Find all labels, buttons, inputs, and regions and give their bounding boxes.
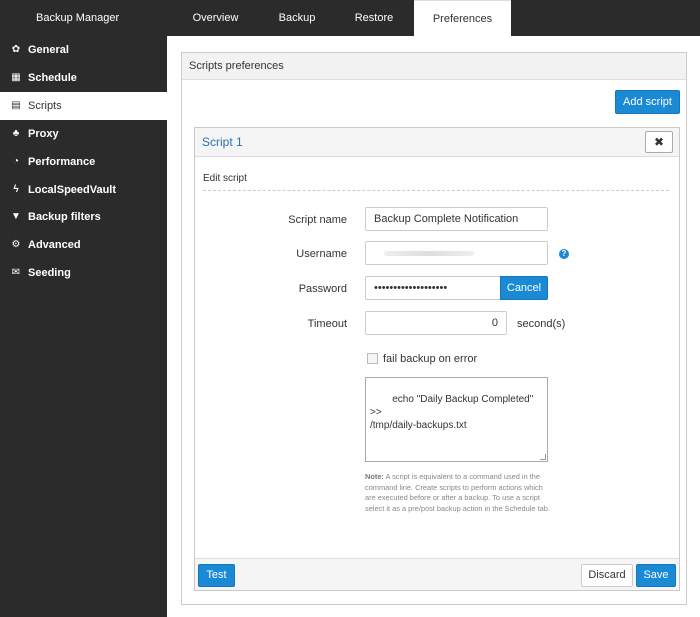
envelope-icon: ✉ — [11, 267, 21, 278]
sidebar-item-label: General — [28, 44, 69, 56]
username-label: Username — [296, 248, 347, 260]
sidebar-item-label: Proxy — [28, 128, 59, 140]
sidebar-item-label: Advanced — [28, 239, 81, 251]
fail-backup-label: fail backup on error — [383, 353, 478, 365]
note-text: A script is equivalent to a command used… — [365, 472, 550, 513]
username-input[interactable] — [365, 241, 548, 265]
dashboard-icon: ◔ — [12, 156, 20, 167]
gears-icon: ⚙ — [11, 239, 21, 250]
network-icon: ♣ — [12, 128, 20, 139]
scripts-preferences-panel: Scripts preferences Add script Script 1 … — [181, 52, 687, 605]
card-footer: Test Discard Save — [195, 558, 679, 590]
main-content: Scripts preferences Add script Script 1 … — [167, 36, 700, 617]
filter-icon: ▼ — [11, 211, 21, 222]
save-button[interactable]: Save — [636, 564, 676, 587]
document-icon: ▤ — [11, 100, 21, 111]
script-name-input[interactable]: Backup Complete Notification — [365, 207, 548, 231]
gear-icon: ✿ — [11, 44, 21, 55]
sidebar-item-label: Performance — [28, 156, 96, 168]
sidebar-item-general[interactable]: ✿ General — [0, 36, 167, 64]
app-title: Backup Manager — [36, 12, 120, 24]
help-icon[interactable]: ? — [559, 249, 569, 259]
sidebar-item-label: Backup filters — [28, 211, 101, 223]
add-script-button[interactable]: Add script — [615, 90, 680, 114]
close-icon: ✖ — [653, 135, 665, 149]
timeout-unit: second(s) — [517, 318, 566, 330]
panel-header: Scripts preferences — [182, 53, 686, 80]
script-card: Script 1 ✖ Edit script Script name Backu… — [194, 127, 680, 591]
script-title: Script 1 — [202, 135, 243, 149]
tab-overview[interactable]: Overview — [167, 0, 264, 36]
sidebar-item-label: Seeding — [28, 267, 71, 279]
cancel-password-button[interactable]: Cancel — [500, 276, 548, 300]
sidebar-item-label: LocalSpeedVault — [28, 184, 117, 196]
sidebar-item-label: Schedule — [28, 72, 77, 84]
script-body-textarea[interactable]: echo "Daily Backup Completed" >> /tmp/da… — [365, 377, 548, 462]
sidebar-item-scripts[interactable]: ▤ Scripts — [0, 92, 167, 120]
tab-preferences[interactable]: Preferences — [414, 0, 511, 36]
script-body-text: echo "Daily Backup Completed" >> /tmp/da… — [370, 394, 534, 431]
timeout-label: Timeout — [307, 318, 347, 330]
sidebar-item-label: Scripts — [28, 100, 62, 112]
bolt-icon: ϟ — [13, 184, 19, 195]
sidebar-item-backup-filters[interactable]: ▼ Backup filters — [0, 203, 167, 231]
script-note: Note: A script is equivalent to a comman… — [365, 472, 553, 514]
fail-backup-checkbox[interactable] — [367, 353, 378, 364]
sidebar-item-schedule[interactable]: ▦ Schedule — [0, 64, 167, 92]
script-name-label: Script name — [288, 214, 347, 226]
test-button[interactable]: Test — [198, 564, 235, 587]
edit-script-label: Edit script — [203, 173, 247, 184]
calendar-icon: ▦ — [11, 72, 21, 83]
sidebar-item-advanced[interactable]: ⚙ Advanced — [0, 231, 167, 259]
sidebar-item-proxy[interactable]: ♣ Proxy — [0, 120, 167, 148]
sidebar-item-seeding[interactable]: ✉ Seeding — [0, 259, 167, 287]
discard-button[interactable]: Discard — [581, 564, 633, 587]
resize-handle[interactable] — [540, 454, 546, 460]
password-input[interactable]: ••••••••••••••••••• — [365, 276, 501, 300]
sidebar-item-performance[interactable]: ◔ Performance — [0, 148, 167, 176]
tab-restore[interactable]: Restore — [330, 0, 418, 36]
timeout-input[interactable]: 0 — [365, 311, 507, 335]
divider — [203, 190, 669, 191]
sidebar: ✿ General ▦ Schedule ▤ Scripts ♣ Proxy ◔… — [0, 36, 167, 617]
close-script-button[interactable]: ✖ — [645, 131, 673, 153]
top-bar: Backup Manager Overview Backup Restore P… — [0, 0, 700, 36]
sidebar-item-localspeedvault[interactable]: ϟ LocalSpeedVault — [0, 176, 167, 204]
tab-backup[interactable]: Backup — [264, 0, 330, 36]
redacted-username — [384, 251, 474, 256]
script-title-bar: Script 1 ✖ — [195, 128, 679, 157]
note-bold: Note: — [365, 472, 384, 481]
password-label: Password — [298, 283, 347, 295]
